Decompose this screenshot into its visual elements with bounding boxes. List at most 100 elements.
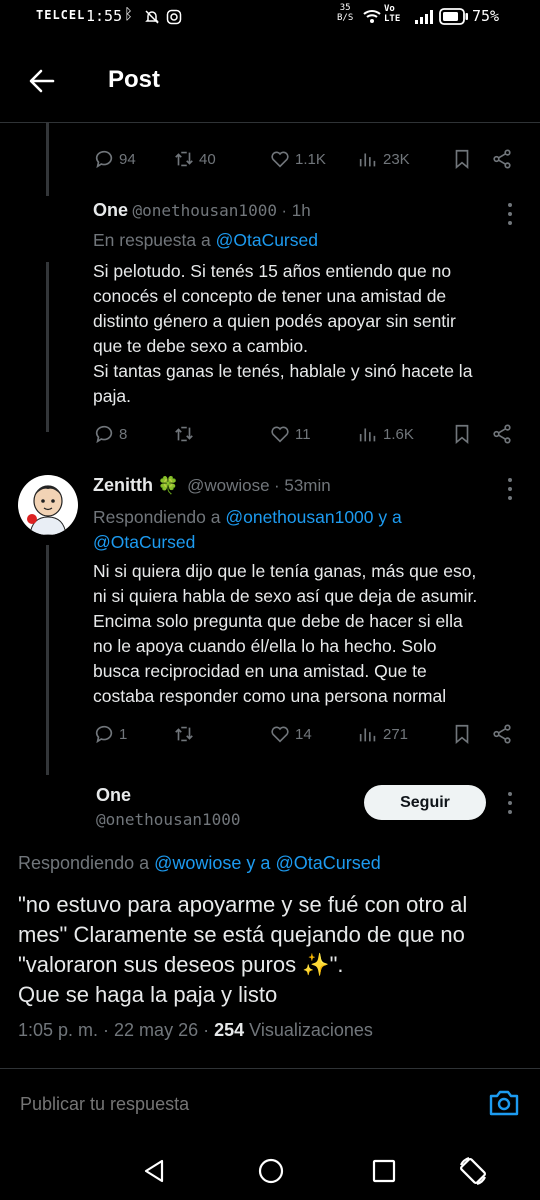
- reply2-author-name[interactable]: Zenitth: [93, 475, 153, 495]
- main-post-author[interactable]: One @onethousan1000: [96, 785, 241, 829]
- page-title: Post: [108, 66, 161, 93]
- net-speed: 35 B/S: [337, 3, 353, 23]
- repost-action[interactable]: 40: [173, 148, 269, 170]
- repost-icon: [175, 151, 193, 167]
- view-count: 271: [383, 725, 409, 743]
- reply-action[interactable]: 8: [93, 423, 173, 445]
- instagram-icon: [166, 9, 182, 25]
- like-count: 11: [295, 425, 311, 443]
- avatar[interactable]: [18, 475, 78, 535]
- view-count: 1.6K: [383, 425, 414, 443]
- main-post-views-label: Visualizaciones: [249, 1020, 373, 1040]
- reply2-text: Ni si quiera dijo que le tenía ganas, má…: [93, 561, 478, 706]
- heart-icon: [271, 426, 289, 443]
- reply2-reply-to-link[interactable]: @onethousan1000 y a: [225, 507, 401, 527]
- like-count: 14: [295, 725, 312, 743]
- bookmark-icon[interactable]: [451, 423, 473, 445]
- reply-action[interactable]: 94: [93, 148, 173, 170]
- bluetooth-icon: ᛒ: [124, 6, 134, 23]
- divider: [0, 122, 540, 123]
- back-arrow-icon[interactable]: [28, 67, 56, 95]
- main-post-view-count[interactable]: 254: [214, 1020, 244, 1040]
- signal-icon: [415, 10, 433, 24]
- share-icon[interactable]: [491, 148, 513, 170]
- main-post-author-handle[interactable]: @onethousan1000: [96, 810, 241, 829]
- views-action[interactable]: 271: [357, 723, 451, 745]
- thread-line: [46, 262, 49, 432]
- reply-input[interactable]: [18, 1086, 462, 1122]
- prev-post-actions: 94 40 1.1K 23K: [93, 144, 513, 174]
- like-action[interactable]: 14: [269, 723, 357, 745]
- views-action[interactable]: 23K: [357, 148, 451, 170]
- reply1-text: Si pelotudo. Si tenés 15 años entiendo q…: [93, 261, 473, 406]
- net-speed-unit: B/S: [337, 13, 354, 23]
- share-icon[interactable]: [491, 723, 513, 745]
- reply1-author-handle[interactable]: @onethousan1000: [132, 201, 277, 220]
- volte-indicator: Vo LTE: [384, 4, 400, 24]
- top-bar: Post: [0, 50, 540, 112]
- reply-count: 1: [119, 725, 128, 743]
- views-action[interactable]: 1.6K: [357, 423, 451, 445]
- reply1-more-icon[interactable]: [500, 203, 520, 225]
- system-nav-bar: [0, 1140, 540, 1200]
- clock: 1:55: [86, 7, 123, 25]
- thread-line: [46, 122, 49, 196]
- repost-icon: [175, 726, 193, 742]
- reply2-reply-prefix: Respondiendo a: [93, 507, 221, 527]
- repost-action[interactable]: [173, 723, 269, 745]
- back-nav-icon[interactable]: [142, 1158, 168, 1184]
- reply1-author-name[interactable]: One: [93, 200, 128, 220]
- reply2-reply-context: Respondiendo a @onethousan1000 y a @OtaC…: [93, 505, 523, 555]
- reply1-reply-to-link[interactable]: @OtaCursed: [216, 230, 318, 250]
- reply-count: 94: [119, 150, 136, 168]
- reply1-actions: 8 11 1.6K: [93, 419, 513, 449]
- reply2-more-icon[interactable]: [500, 478, 520, 500]
- reply2-time: · 53min: [273, 476, 331, 495]
- home-nav-icon[interactable]: [257, 1157, 285, 1185]
- view-count: 23K: [383, 150, 410, 168]
- bookmark-icon[interactable]: [451, 148, 473, 170]
- share-icon[interactable]: [491, 423, 513, 445]
- main-post-author-name[interactable]: One: [96, 785, 241, 806]
- main-post-reply-prefix: Respondiendo a: [18, 853, 150, 873]
- reply2-actions: 1 14 271: [93, 719, 513, 749]
- rotate-screen-icon[interactable]: [457, 1155, 489, 1187]
- wifi-icon: [363, 10, 381, 23]
- reply2-reply-to-link-2[interactable]: @OtaCursed: [93, 532, 195, 552]
- like-action[interactable]: 11: [269, 423, 357, 445]
- reply1-reply-prefix: En respuesta a: [93, 230, 211, 250]
- volte-top: Vo: [384, 4, 395, 14]
- thread-line: [46, 545, 49, 775]
- heart-icon: [271, 726, 289, 743]
- reply-icon: [95, 725, 113, 744]
- volte-bottom: LTE: [384, 14, 401, 24]
- main-post-more-icon[interactable]: [500, 792, 520, 814]
- reply2-header: Zenitth 🍀 @wowiose · 53min: [93, 475, 513, 496]
- net-speed-value: 35: [339, 3, 351, 13]
- camera-icon[interactable]: [488, 1088, 520, 1118]
- main-post-timestamp: 1:05 p. m. · 22 may 26 ·: [18, 1020, 210, 1040]
- clover-icon: 🍀: [157, 476, 179, 495]
- views-icon: [359, 428, 376, 442]
- reply1-reply-context: En respuesta a @OtaCursed: [93, 230, 318, 251]
- recents-nav-icon[interactable]: [371, 1158, 397, 1184]
- reply1-header: One @onethousan1000 · 1h: [93, 200, 523, 221]
- main-post-reply-to-link[interactable]: @wowiose y a @OtaCursed: [154, 853, 381, 873]
- status-bar: TELCEL 1:55 ᛒ 35 B/S Vo LTE 75%: [0, 0, 540, 36]
- battery-icon: [439, 8, 468, 25]
- main-post-meta: 1:05 p. m. · 22 may 26 · 254 Visualizaci…: [18, 1020, 373, 1041]
- like-action[interactable]: 1.1K: [269, 148, 357, 170]
- repost-action[interactable]: [173, 423, 269, 445]
- divider: [0, 1068, 540, 1069]
- reply2-author-handle[interactable]: @wowiose: [187, 476, 269, 495]
- bookmark-icon[interactable]: [451, 723, 473, 745]
- reply1-time: · 1h: [281, 201, 311, 220]
- views-icon: [359, 728, 376, 742]
- views-icon: [359, 153, 376, 167]
- repost-count: 40: [199, 150, 216, 168]
- reply-icon: [95, 425, 113, 444]
- mute-icon: [145, 10, 159, 24]
- like-count: 1.1K: [295, 150, 326, 168]
- follow-button[interactable]: Seguir: [364, 785, 486, 820]
- reply-action[interactable]: 1: [93, 723, 173, 745]
